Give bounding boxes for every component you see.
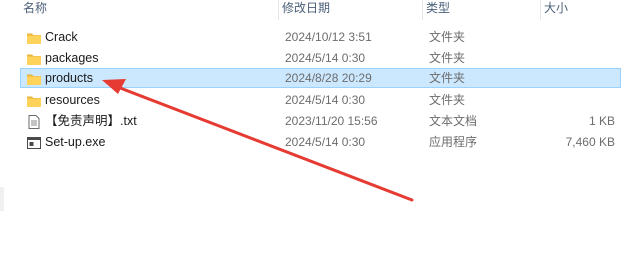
file-name: products (45, 71, 93, 85)
folder-icon (26, 91, 42, 111)
scroll-edge (0, 187, 4, 211)
file-size: 7,460 KB (565, 135, 615, 149)
file-size: 1 KB (588, 114, 615, 128)
file-size (521, 28, 615, 48)
file-row-crack[interactable]: Crack 2024/10/12 3:51 文件夹 (20, 27, 621, 47)
file-name: Crack (45, 30, 78, 44)
text-file-icon (26, 112, 42, 132)
file-size (521, 91, 615, 111)
column-header-modified[interactable]: 修改日期 (278, 0, 422, 20)
folder-icon (26, 69, 42, 89)
column-header-size[interactable]: 大小 (540, 0, 631, 20)
file-row-setup[interactable]: Set-up.exe 2024/5/14 0:30 应用程序 7,460 KB (20, 132, 621, 152)
folder-icon (26, 28, 42, 48)
file-explorer-window: 名称 修改日期 类型 大小 Crack 2024/10/12 3:51 文件夹 (0, 0, 631, 275)
file-name: Set-up.exe (45, 135, 106, 149)
file-modified: 2024/8/28 20:29 (285, 71, 372, 85)
file-modified: 2024/10/12 3:51 (285, 30, 372, 44)
file-size (521, 69, 615, 89)
column-header-type[interactable]: 类型 (422, 0, 540, 20)
file-modified: 2024/5/14 0:30 (285, 93, 366, 107)
folder-icon (26, 49, 42, 69)
file-name: packages (45, 51, 99, 65)
file-modified: 2024/5/14 0:30 (285, 135, 366, 149)
column-header-name[interactable]: 名称 (20, 0, 278, 20)
file-row-resources[interactable]: resources 2024/5/14 0:30 文件夹 (20, 90, 621, 110)
exe-icon (26, 133, 42, 153)
file-modified: 2024/5/14 0:30 (285, 51, 366, 65)
file-row-products[interactable]: products 2024/8/28 20:29 文件夹 (20, 68, 621, 88)
column-header-bar: 名称 修改日期 类型 大小 (0, 0, 631, 20)
file-name: resources (45, 93, 100, 107)
file-row-disclaimer[interactable]: 【免责声明】.txt 2023/11/20 15:56 文本文档 1 KB (20, 111, 621, 131)
file-name: 【免责声明】.txt (45, 114, 137, 128)
file-modified: 2023/11/20 15:56 (285, 114, 378, 128)
file-row-packages[interactable]: packages 2024/5/14 0:30 文件夹 (20, 48, 621, 68)
file-size (521, 49, 615, 69)
